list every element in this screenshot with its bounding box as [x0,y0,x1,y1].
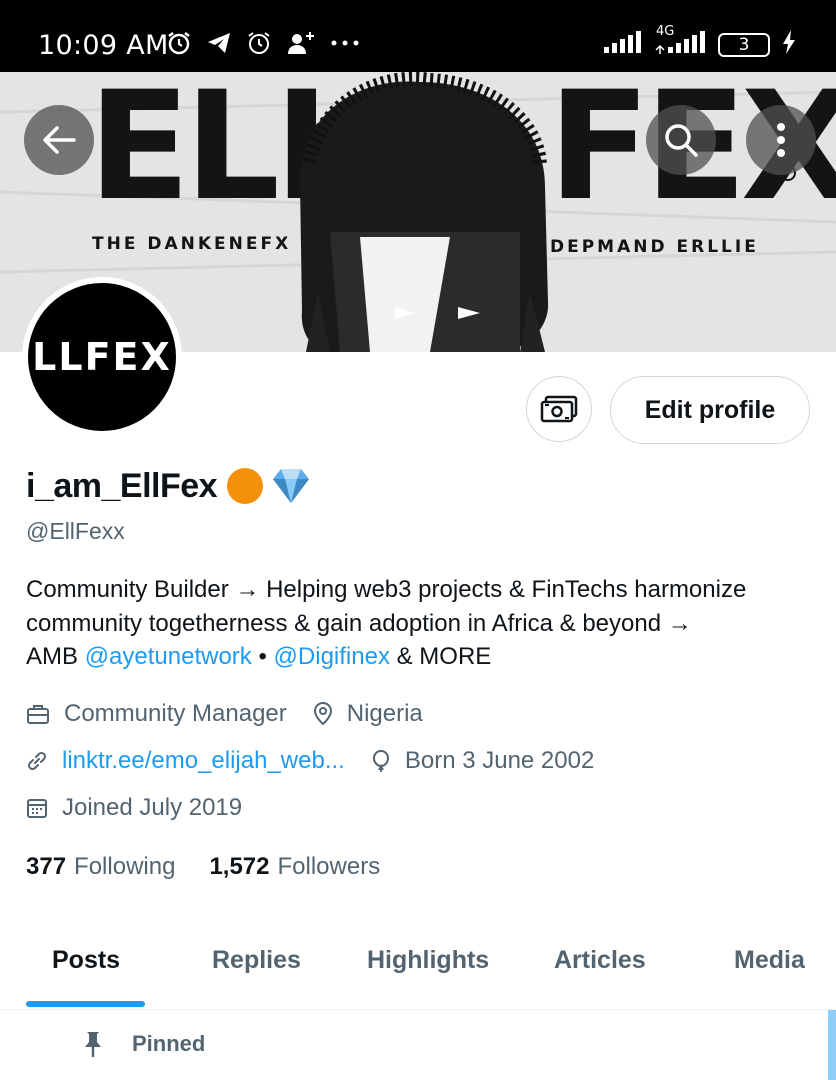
mention-link-ayetunetwork[interactable]: @ayetunetwork [85,643,252,670]
pinned-label: Pinned [132,1031,206,1056]
network-4g-signal-icon: 4G [654,24,706,59]
person-add-icon [286,30,316,56]
more-options-button[interactable] [746,105,816,175]
alarm-icon [246,30,272,56]
user-handle: @EllFexx [26,518,125,544]
edit-profile-button[interactable]: Edit profile [610,376,810,444]
tab-highlights[interactable]: Highlights [367,946,489,975]
battery-indicator: 3 [718,32,770,57]
name-emojis [225,466,313,506]
following-count: 377 [26,853,67,880]
charging-icon [782,30,796,59]
occupation-text: Community Manager [64,700,287,727]
joined-text: Joined July 2019 [62,794,243,821]
network-type-label: 4G [656,24,675,39]
occupation-item: Community Manager [26,700,287,728]
website-link[interactable]: linktr.ee/emo_elijah_web... [62,747,345,775]
arrow-left-icon [43,126,76,154]
status-notification-icons [166,30,360,56]
tip-money-button[interactable] [526,376,592,442]
back-button[interactable] [24,105,94,175]
bio-line-1: Community Builder → Helping web3 project… [26,576,747,603]
status-system-icons: 4G 3 [604,24,796,59]
followers-link[interactable]: 1,572 Followers [209,853,380,881]
following-label: Following [74,853,176,880]
scroll-indicator [828,1010,836,1080]
bio-line-2: community togetherness & gain adoption i… [26,609,692,637]
followers-count: 1,572 [209,853,270,880]
link-icon [27,751,47,771]
bio-suffix: & MORE [389,643,492,670]
profile-bio: Community Builder → Helping web3 project… [26,573,816,674]
orange-circle-icon [227,468,264,504]
search-icon [665,124,698,157]
gem-icon [273,469,310,503]
banner-caption-right: DEPMAND ERLLIE [550,237,759,257]
balloon-icon [372,749,389,772]
calendar-icon [27,799,47,818]
bio-line-3: AMB @ayetunetwork • @Digifinex & MORE [26,640,816,674]
profile-meta-row-2: linktr.ee/emo_elijah_web... Born 3 June … [26,747,620,775]
followers-label: Followers [277,853,381,880]
pinned-post-header: Pinned [80,1030,205,1058]
avatar[interactable]: ELLFEX [22,277,182,437]
alarm-icon [166,30,192,56]
follow-stats: 377 Following 1,572 Followers [26,853,380,881]
tab-media[interactable]: Media [734,946,805,975]
tab-replies[interactable]: Replies [212,946,301,975]
pin-icon [85,1032,101,1057]
more-dots-icon [330,38,360,48]
telegram-icon [206,31,232,55]
profile-name-row: i_am_EllFex [26,466,313,506]
birthday-item: Born 3 June 2002 [371,747,594,775]
joined-item: Joined July 2019 [26,794,242,822]
bio-prefix: AMB [26,643,85,670]
tab-articles[interactable]: Articles [554,946,646,975]
profile-meta-row-3: Joined July 2019 [26,794,268,822]
money-icon [540,395,578,423]
following-link[interactable]: 377 Following [26,853,175,881]
display-name: i_am_EllFex [26,466,218,505]
profile-tabs: Posts Replies Highlights Articles Media [0,940,836,1010]
avatar-logo-text: ELLFEX [28,335,172,379]
profile-meta-row-1: Community Manager Nigeria [26,700,449,728]
location-text: Nigeria [346,700,423,727]
signal-icon [604,30,642,59]
bio-separator: • [251,643,274,670]
website-item[interactable]: linktr.ee/emo_elijah_web... [26,747,345,775]
banner-caption-left: THE DANKENEFX [92,234,291,254]
more-vertical-icon [777,123,785,157]
mention-link-digifinex[interactable]: @Digifinex [274,643,390,670]
location-pin-icon [313,702,332,726]
status-bar: 10:09 AM 4G 3 [0,0,836,72]
tab-posts[interactable]: Posts [52,946,120,975]
location-item: Nigeria [313,700,423,728]
status-time: 10:09 AM [38,30,169,61]
briefcase-icon [27,705,49,724]
search-button[interactable] [646,105,716,175]
birthday-text: Born 3 June 2002 [404,747,595,774]
active-tab-indicator [26,1001,145,1007]
